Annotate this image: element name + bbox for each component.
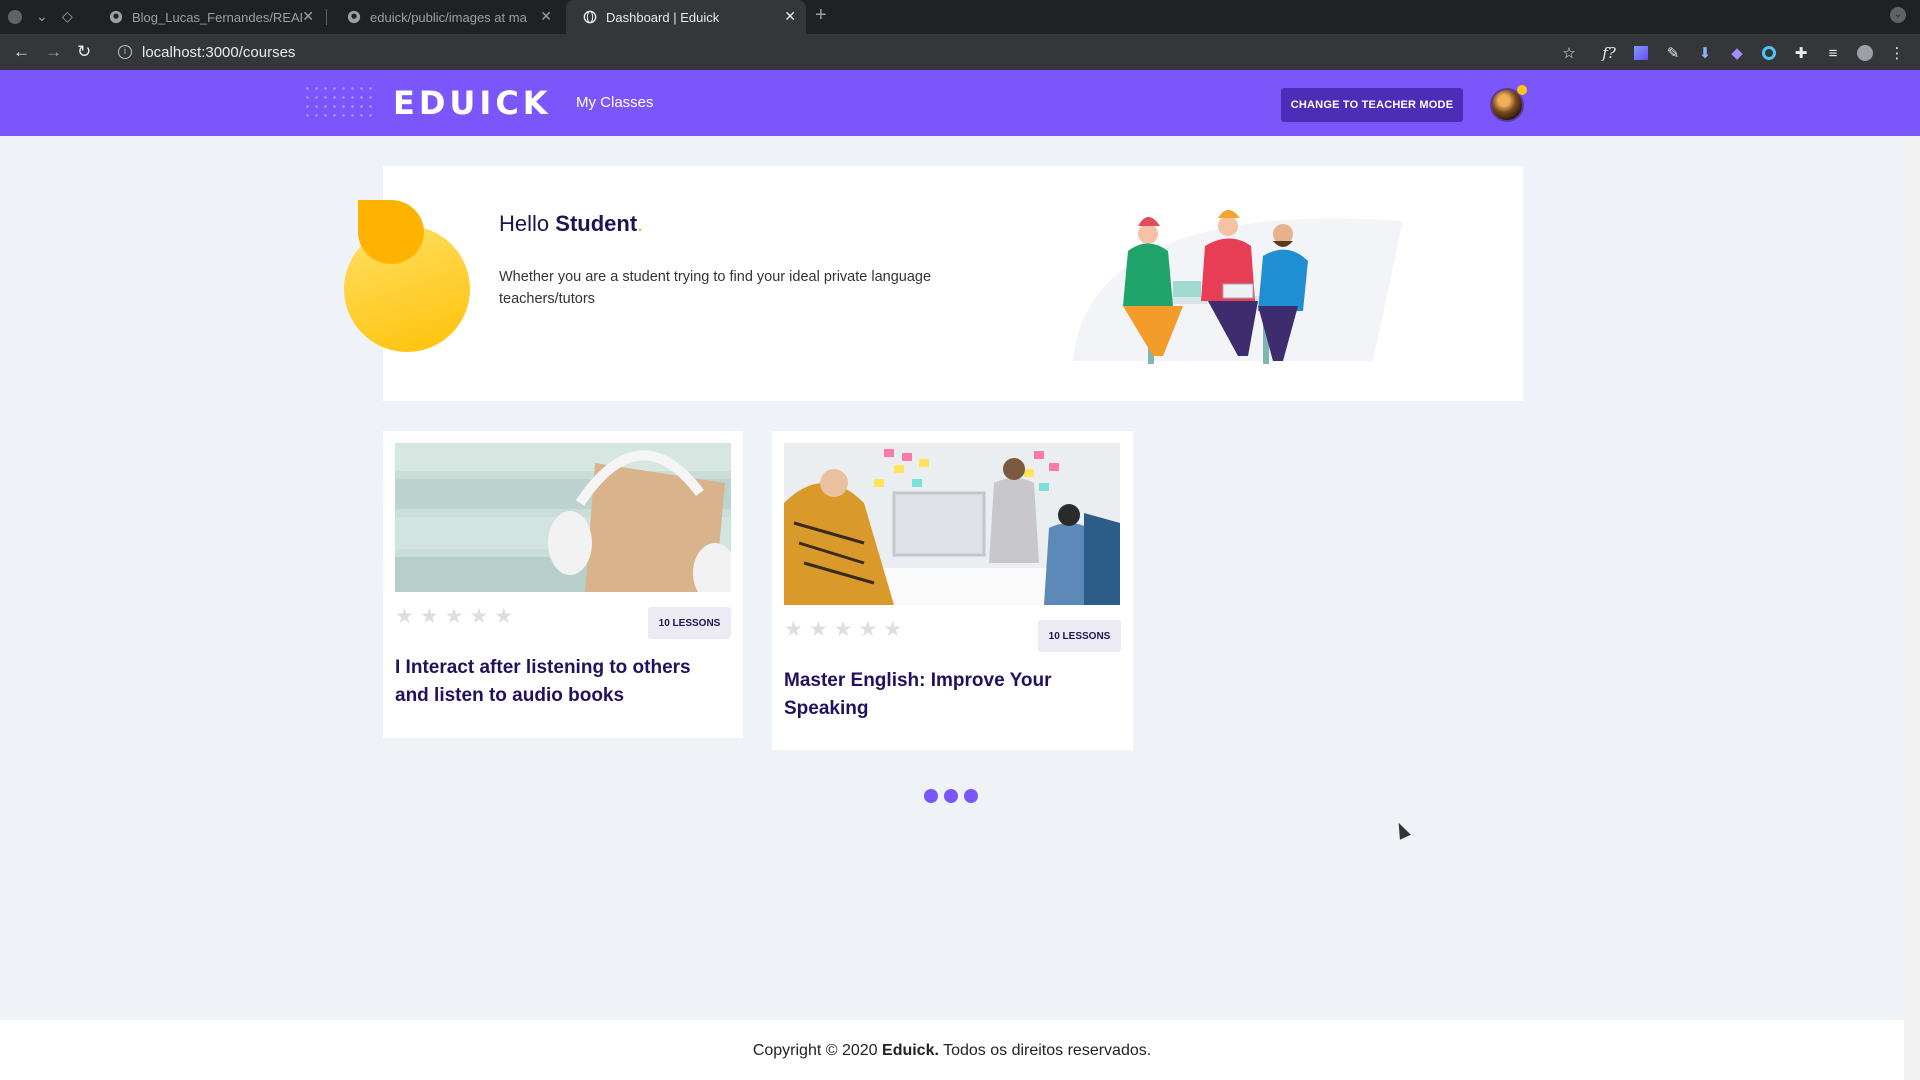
dot-pattern-decoration: [303, 84, 373, 120]
tab-search-icon[interactable]: ◇: [62, 8, 73, 25]
greeting-dot: .: [637, 211, 644, 236]
footer-brand: Eduick.: [882, 1042, 939, 1059]
tab-title: Blog_Lucas_Fernandes/READ: [132, 9, 302, 25]
tab-blog-readme[interactable]: Blog_Lucas_Fernandes/READ ✕: [92, 0, 324, 34]
browser-tab-strip: ⌄ ◇ Blog_Lucas_Fernandes/READ ✕ eduick/p…: [0, 0, 1920, 34]
tab-title: Dashboard | Eduick: [606, 9, 720, 25]
star-icon[interactable]: ★: [395, 606, 414, 627]
close-tab-icon[interactable]: ✕: [540, 8, 552, 25]
mouse-cursor-icon: [1393, 820, 1411, 840]
star-icon[interactable]: ★: [469, 606, 488, 627]
team-whiteboard-image: [784, 443, 1120, 605]
browser-menu-icon[interactable]: ⋮: [1888, 44, 1906, 62]
url-text[interactable]: localhost:3000/courses: [142, 44, 295, 61]
pagination-dot[interactable]: [964, 789, 978, 803]
color-ring-extension-icon[interactable]: [1760, 44, 1778, 62]
eduick-logo[interactable]: EDUICK: [393, 84, 552, 122]
tab-list-icon[interactable]: ⌄: [1890, 7, 1906, 23]
github-icon: [346, 9, 362, 25]
star-icon[interactable]: ★: [883, 619, 902, 640]
close-tab-icon[interactable]: ✕: [302, 8, 314, 25]
lessons-badge: 10 LESSONS: [648, 607, 731, 639]
user-name: Student: [555, 211, 638, 236]
grid-extension-icon[interactable]: [1632, 44, 1650, 62]
pagination-dot[interactable]: [944, 789, 958, 803]
new-tab-icon[interactable]: +: [815, 4, 827, 27]
star-icon[interactable]: ★: [858, 619, 877, 640]
github-icon: [108, 9, 124, 25]
browser-toolbar: ← → ↻ i localhost:3000/courses ☆ f? ✎ ⬇ …: [0, 34, 1920, 70]
copyright-text: Copyright © 2020: [752, 1042, 878, 1059]
tab-eduick-images[interactable]: eduick/public/images at ma ✕: [330, 0, 562, 34]
page-scrollbar[interactable]: [1904, 136, 1920, 1080]
course-thumbnail[interactable]: [395, 443, 731, 592]
pagination-dot[interactable]: [924, 789, 938, 803]
rights-text: Todos os direitos reservados.: [943, 1042, 1152, 1059]
course-card[interactable]: ★ ★ ★ ★ ★ 10 LESSONS Master English: Imp…: [772, 431, 1133, 750]
change-to-teacher-mode-button[interactable]: CHANGE TO TEACHER MODE: [1281, 88, 1463, 122]
tab-divider: [326, 9, 327, 25]
formula-extension-icon[interactable]: f?: [1600, 44, 1618, 62]
badge-extension-icon[interactable]: ◆: [1728, 44, 1746, 62]
bookmark-star-icon[interactable]: ☆: [1560, 44, 1578, 62]
tab-dashboard[interactable]: Dashboard | Eduick ✕: [566, 0, 806, 34]
download-extension-icon[interactable]: ⬇: [1696, 44, 1714, 62]
carousel-pagination: [924, 789, 978, 803]
lessons-badge: 10 LESSONS: [1038, 620, 1121, 652]
chevron-down-icon[interactable]: ⌄: [36, 8, 48, 25]
star-icon[interactable]: ★: [784, 619, 803, 640]
welcome-description: Whether you are a student trying to find…: [499, 269, 932, 307]
reading-list-icon[interactable]: ≡: [1824, 44, 1842, 62]
course-title[interactable]: I Interact after listening to others and…: [395, 654, 725, 710]
reload-icon[interactable]: ↻: [77, 42, 91, 62]
star-icon[interactable]: ★: [494, 606, 513, 627]
globe-icon: [582, 9, 598, 25]
page-footer: Copyright © 2020 Eduick. Todos os direit…: [0, 1020, 1904, 1080]
puzzle-extensions-icon[interactable]: ✚: [1792, 44, 1810, 62]
close-tab-icon[interactable]: ✕: [784, 8, 796, 25]
rating-stars[interactable]: ★ ★ ★ ★ ★: [395, 606, 513, 627]
rating-stars[interactable]: ★ ★ ★ ★ ★: [784, 619, 902, 640]
star-icon[interactable]: ★: [809, 619, 828, 640]
course-card[interactable]: ★ ★ ★ ★ ★ 10 LESSONS I Interact after li…: [383, 431, 743, 738]
team-meeting-illustration: [1073, 210, 1403, 364]
pen-extension-icon[interactable]: ✎: [1664, 44, 1682, 62]
headphones-book-image: [395, 443, 731, 592]
orange-shape-decoration: [358, 200, 424, 264]
star-icon[interactable]: ★: [834, 619, 853, 640]
site-info-icon[interactable]: i: [118, 45, 132, 59]
close-window-icon[interactable]: [8, 10, 22, 24]
profile-avatar-icon[interactable]: [1856, 44, 1874, 62]
nav-my-classes[interactable]: My Classes: [576, 94, 654, 111]
tab-title: eduick/public/images at ma: [370, 9, 527, 25]
greeting-heading: Hello Student.: [499, 211, 643, 237]
star-icon[interactable]: ★: [420, 606, 439, 627]
app-header: EDUICK My Classes CHANGE TO TEACHER MODE: [0, 70, 1920, 136]
star-icon[interactable]: ★: [445, 606, 464, 627]
notification-dot: [1517, 85, 1527, 95]
course-thumbnail[interactable]: [784, 443, 1120, 605]
back-icon[interactable]: ←: [13, 42, 30, 62]
course-title[interactable]: Master English: Improve Your Speaking: [784, 667, 1114, 723]
forward-icon[interactable]: →: [45, 42, 62, 62]
greeting-text: Hello: [499, 211, 550, 236]
address-bar[interactable]: i localhost:3000/courses: [110, 37, 1560, 67]
